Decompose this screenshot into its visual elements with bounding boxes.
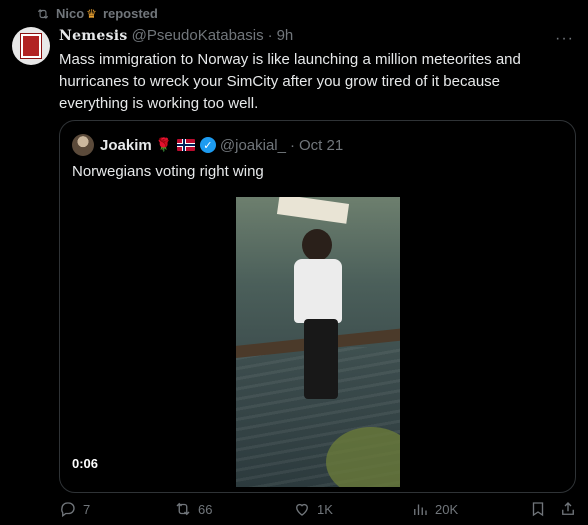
action-bar: 7 66 1K 20K (59, 500, 579, 522)
bar-chart-icon (414, 504, 427, 515)
reply-button[interactable]: 7 (59, 500, 90, 518)
quote-header: Joakim 🌹 ✓ @joakial_ · Oct 21 (72, 134, 343, 156)
author-avatar[interactable] (12, 27, 50, 65)
quote-author-name[interactable]: Joakim (100, 137, 152, 154)
repost-indicator: Nico ♛ reposted (36, 6, 158, 21)
view-count: 20K (435, 501, 459, 517)
person-pants (304, 319, 338, 399)
repost-count: 66 (198, 501, 213, 517)
like-button[interactable]: 1K (293, 500, 333, 518)
separator-dot: · (289, 136, 295, 154)
share-icon (562, 502, 574, 515)
crown-icon: ♛ (86, 6, 97, 21)
reply-count: 7 (83, 501, 91, 517)
post-time[interactable]: 9h (277, 27, 294, 44)
repost-label: reposted (102, 6, 158, 21)
bookmark-icon (532, 502, 544, 517)
video-sign (276, 197, 350, 224)
quote-author-handle[interactable]: @joakial_ (220, 137, 286, 154)
video-player[interactable] (236, 197, 400, 487)
views-button[interactable]: 20K (411, 500, 458, 518)
repost-icon (176, 502, 190, 516)
more-options-icon[interactable]: ··· (555, 30, 574, 48)
reply-icon (61, 502, 75, 518)
video-duration: 0:06 (72, 456, 99, 471)
repost-icon (37, 8, 49, 19)
norway-flag-icon (176, 139, 195, 151)
quote-text: Norwegians voting right wing (72, 163, 264, 180)
quote-time[interactable]: Oct 21 (299, 137, 343, 154)
like-count: 1K (317, 501, 333, 517)
repost-user[interactable]: Nico (56, 6, 84, 21)
post-text: Mass immigration to Norway is like launc… (59, 51, 521, 112)
person-shirt (294, 259, 342, 323)
bookmark-button[interactable] (529, 500, 547, 518)
author-name[interactable]: Nemesis (59, 28, 128, 44)
person-head (302, 229, 332, 261)
post-header: Nemesis @PseudoKatabasis · 9h (59, 27, 293, 44)
separator-dot: · (267, 27, 273, 44)
author-handle[interactable]: @PseudoKatabasis (132, 27, 264, 44)
repost-button[interactable]: 66 (174, 500, 212, 518)
rose-icon: 🌹 (155, 137, 172, 152)
quote-avatar[interactable] (72, 134, 94, 156)
verified-badge-icon: ✓ (199, 137, 216, 153)
quoted-post[interactable]: Joakim 🌹 ✓ @joakial_ · Oct 21 Norwegians… (59, 120, 576, 493)
heart-icon (296, 503, 308, 516)
seal-icon (21, 34, 41, 58)
share-button[interactable] (559, 500, 577, 518)
